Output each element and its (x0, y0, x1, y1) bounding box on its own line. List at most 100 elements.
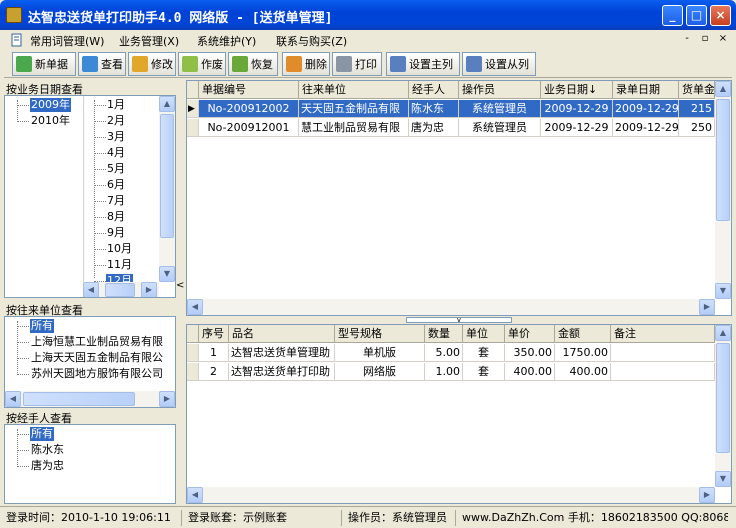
new-icon (16, 56, 32, 72)
scroll-right-button[interactable]: ▶ (699, 487, 715, 503)
scroll-right-button[interactable]: ▶ (141, 282, 157, 297)
table-row[interactable]: 1 达智忠送货单管理助 单机版 5.00 套 350.00 1750.00 (187, 344, 715, 362)
table-row[interactable]: ▶ No-200912002 天天固五金制品有限 陈水东 系统管理员 2009-… (187, 100, 715, 118)
tree-year-2009[interactable]: 2009年 (30, 98, 71, 112)
tree-month[interactable]: 11月 (106, 258, 133, 272)
table-row[interactable]: 2 达智忠送货单打印助 网络版 1.00 套 400.00 400.00 (187, 363, 715, 381)
partner-panel: 所有 上海恒慧工业制品贸易有限 上海天天固五金制品有限公 苏州天圆地方服饰有限公… (4, 316, 176, 408)
scroll-thumb[interactable] (105, 283, 135, 297)
partner-hscrollbar[interactable]: ◀ ▶ (5, 391, 175, 407)
scroll-thumb[interactable] (716, 343, 730, 453)
scroll-thumb[interactable] (23, 392, 135, 406)
table-row[interactable]: No-200912001 慧工业制品贸易有限 唐为忠 系统管理员 2009-12… (187, 119, 715, 137)
column-header[interactable]: 单位 (463, 325, 505, 343)
app-icon (6, 7, 22, 23)
document-grid: 单据编号 往来单位 经手人 操作员 业务日期↓ 录单日期 货单金 ▶ No-20… (186, 80, 732, 316)
tree-month[interactable]: 2月 (106, 114, 126, 128)
scroll-left-button[interactable]: ◀ (83, 282, 99, 297)
table-icon (390, 56, 406, 72)
menu-system[interactable]: 系统维护(Y) (197, 33, 256, 49)
tree-handler[interactable]: 陈水东 (30, 443, 65, 457)
tree-month[interactable]: 8月 (106, 210, 126, 224)
column-header[interactable]: 经手人 (409, 81, 459, 99)
mdi-restore-button[interactable]: ▫ (698, 32, 712, 46)
column-header[interactable]: 操作员 (459, 81, 541, 99)
month-list-hscrollbar[interactable]: ◀ ▶ (83, 282, 159, 297)
close-button[interactable]: × (710, 5, 731, 26)
tree-partner-all[interactable]: 所有 (30, 319, 54, 333)
tree-month[interactable]: 4月 (106, 146, 126, 160)
tree-year-2010[interactable]: 2010年 (30, 114, 71, 128)
column-header[interactable]: 型号规格 (335, 325, 425, 343)
tree-month[interactable]: 6月 (106, 178, 126, 192)
tree-month[interactable]: 5月 (106, 162, 126, 176)
detail-grid: 序号 品名 型号规格 数量 单位 单价 金额 备注 1 达智忠送货单管理助 单机… (186, 324, 732, 504)
scroll-up-button[interactable]: ▲ (715, 81, 731, 97)
tree-handler[interactable]: 唐为忠 (30, 459, 65, 473)
scroll-thumb[interactable] (160, 114, 174, 238)
set-main-columns-button[interactable]: 设置主列 (386, 52, 460, 76)
tree-month[interactable]: 1月 (106, 98, 126, 112)
horizontal-splitter[interactable]: v (186, 316, 732, 324)
column-header[interactable]: 备注 (611, 325, 715, 343)
tree-partner[interactable]: 上海恒慧工业制品贸易有限 (30, 335, 164, 349)
void-button[interactable]: 作废 (178, 52, 226, 76)
vertical-splitter[interactable]: < (176, 80, 184, 504)
column-header[interactable]: 序号 (199, 325, 229, 343)
column-header[interactable]: 数量 (425, 325, 463, 343)
mdi-close-button[interactable]: × (716, 32, 730, 46)
scroll-down-button[interactable]: ▼ (715, 283, 731, 299)
column-header[interactable]: 录单日期 (613, 81, 679, 99)
tree-partner[interactable]: 上海天天固五金制品有限公 (30, 351, 164, 365)
tree-partner[interactable]: 苏州天圆地方服饰有限公司 (30, 367, 164, 381)
document-grid-vscrollbar[interactable]: ▲ ▼ (715, 81, 731, 299)
menu-business[interactable]: 业务管理(X) (119, 33, 179, 49)
status-bar: 登录时间：2010-1-10 19:06:11 登录账套：示例账套 操作员：系统… (0, 506, 736, 528)
printer-icon (336, 56, 352, 72)
detail-grid-hscrollbar[interactable]: ◀ ▶ (187, 487, 715, 503)
tree-month[interactable]: 7月 (106, 194, 126, 208)
document-grid-hscrollbar[interactable]: ◀ ▶ (187, 299, 715, 315)
tree-month[interactable]: 9月 (106, 226, 126, 240)
column-header[interactable]: 品名 (229, 325, 335, 343)
menu-common-words[interactable]: 常用词管理(W) (30, 33, 104, 49)
set-detail-columns-button[interactable]: 设置从列 (462, 52, 536, 76)
column-header[interactable]: 单价 (505, 325, 555, 343)
document-icon (11, 33, 22, 47)
collapse-left-icon[interactable]: < (176, 280, 184, 291)
collapse-down-icon[interactable]: v (406, 317, 512, 324)
table-icon (466, 56, 482, 72)
menu-contact[interactable]: 联系与购买(Z) (276, 33, 347, 49)
scroll-right-button[interactable]: ▶ (159, 391, 175, 407)
scroll-left-button[interactable]: ◀ (187, 299, 203, 315)
scroll-down-button[interactable]: ▼ (715, 471, 731, 487)
mdi-minimize-button[interactable]: - (680, 32, 694, 46)
column-header[interactable]: 单据编号 (199, 81, 299, 99)
detail-grid-vscrollbar[interactable]: ▲ ▼ (715, 325, 731, 487)
scroll-up-button[interactable]: ▲ (159, 96, 175, 112)
month-list-scrollbar[interactable]: ▲ ▼ (159, 96, 175, 282)
minimize-button[interactable]: _ (662, 5, 683, 26)
document-grid-header: 单据编号 往来单位 经手人 操作员 业务日期↓ 录单日期 货单金 (187, 81, 731, 99)
view-button[interactable]: 查看 (78, 52, 126, 76)
column-header[interactable]: 往来单位 (299, 81, 409, 99)
edit-button[interactable]: 修改 (128, 52, 176, 76)
column-header[interactable]: 业务日期↓ (541, 81, 613, 99)
scroll-left-button[interactable]: ◀ (187, 487, 203, 503)
scroll-thumb[interactable] (716, 99, 730, 221)
new-document-button[interactable]: 新单据 (12, 52, 76, 76)
scroll-right-button[interactable]: ▶ (699, 299, 715, 315)
maximize-button[interactable]: □ (686, 5, 707, 26)
tree-month[interactable]: 10月 (106, 242, 133, 256)
tree-handler-all[interactable]: 所有 (30, 427, 54, 441)
scroll-left-button[interactable]: ◀ (5, 391, 21, 407)
column-header[interactable]: 货单金 (679, 81, 715, 99)
scroll-down-button[interactable]: ▼ (159, 266, 175, 282)
title-bar[interactable]: 达智忠送货单打印助手4.0 网络版 - [送货单管理] _ □ × (0, 0, 736, 30)
print-button[interactable]: 打印 (332, 52, 382, 76)
delete-button[interactable]: 删除 (282, 52, 330, 76)
restore-button[interactable]: 恢复 (228, 52, 278, 76)
tree-month[interactable]: 3月 (106, 130, 126, 144)
scroll-up-button[interactable]: ▲ (715, 325, 731, 341)
column-header[interactable]: 金额 (555, 325, 611, 343)
